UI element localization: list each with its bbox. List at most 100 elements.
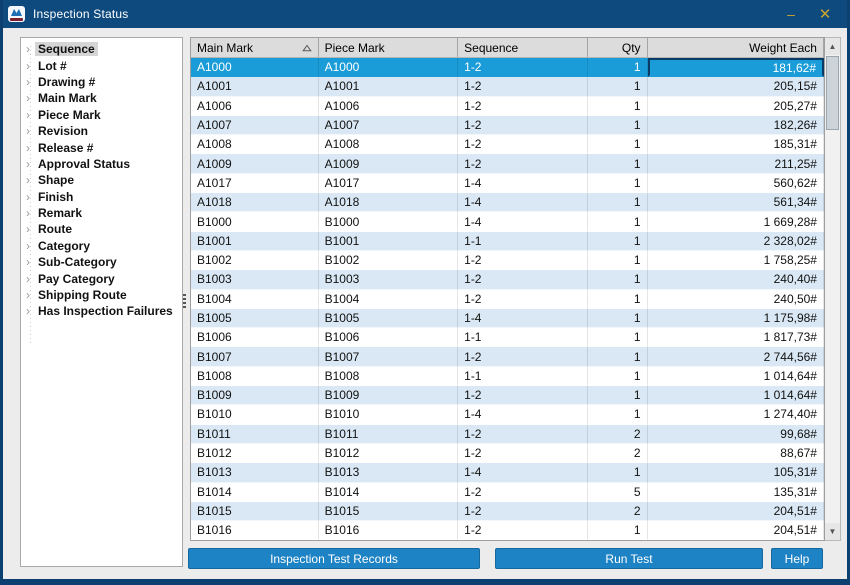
panel-splitter-handle[interactable] [183,294,186,310]
cell-weight-each[interactable]: 204,51# [648,521,824,540]
cell-qty[interactable]: 2 [588,502,648,521]
chevron-right-icon[interactable]: › [21,239,35,253]
cell-main-mark[interactable]: B1010 [191,405,319,424]
cell-qty[interactable]: 2 [588,425,648,444]
cell-main-mark[interactable]: B1004 [191,290,319,309]
sidebar-item-revision[interactable]: ›Revision [21,123,182,139]
cell-main-mark[interactable]: A1017 [191,174,319,193]
cell-weight-each[interactable]: 561,34# [648,193,824,212]
table-row[interactable]: A1008A10081-21185,31# [191,135,824,154]
cell-weight-each[interactable]: 1 669,28# [648,212,824,231]
chevron-right-icon[interactable]: › [21,157,35,171]
cell-sequence[interactable]: 1-1 [458,232,588,251]
cell-qty[interactable]: 1 [588,116,648,135]
cell-piece-mark[interactable]: B1015 [319,502,459,521]
sidebar-item-sub-category[interactable]: ›Sub-Category [21,254,182,270]
table-row[interactable]: B1014B10141-25135,31# [191,483,824,502]
scrollbar-thumb[interactable] [826,56,839,130]
cell-qty[interactable]: 1 [588,540,648,541]
table-row[interactable]: A1018A10181-41561,34# [191,193,824,212]
sidebar-item-has-inspection-failures[interactable]: ›Has Inspection Failures [21,303,182,319]
cell-main-mark[interactable]: B1007 [191,347,319,366]
chevron-right-icon[interactable]: › [21,173,35,187]
cell-weight-each[interactable]: 181,62# [648,58,824,77]
table-row[interactable]: A1009A10091-21211,25# [191,154,824,173]
cell-piece-mark[interactable]: B1010 [319,405,459,424]
cell-weight-each[interactable]: 1 817,73# [648,328,824,347]
table-row[interactable]: B1011B10111-2299,68# [191,425,824,444]
cell-weight-each[interactable]: 185,31# [648,135,824,154]
cell-sequence[interactable]: 1-2 [458,58,588,77]
cell-main-mark[interactable]: B1009 [191,386,319,405]
cell-sequence[interactable]: 1-4 [458,405,588,424]
cell-piece-mark[interactable]: B1017 [319,540,459,541]
chevron-right-icon[interactable]: › [21,42,35,56]
cell-sequence[interactable]: 1-2 [458,154,588,173]
cell-qty[interactable]: 1 [588,97,648,116]
sidebar-item-category[interactable]: ›Category [21,238,182,254]
table-row[interactable]: B1002B10021-211 758,25# [191,251,824,270]
table-row[interactable]: B1001B10011-112 328,02# [191,232,824,251]
cell-weight-each[interactable]: 1 175,98# [648,309,824,328]
close-button[interactable]: ✕ [808,0,842,28]
table-row[interactable]: B1007B10071-212 744,56# [191,347,824,366]
cell-qty[interactable]: 1 [588,193,648,212]
sidebar-item-pay-category[interactable]: ›Pay Category [21,270,182,286]
cell-qty[interactable]: 1 [588,521,648,540]
cell-main-mark[interactable]: B1000 [191,212,319,231]
cell-sequence[interactable]: 1-2 [458,135,588,154]
table-row[interactable]: B1015B10151-22204,51# [191,502,824,521]
cell-piece-mark[interactable]: A1007 [319,116,459,135]
cell-piece-mark[interactable]: A1006 [319,97,459,116]
cell-main-mark[interactable]: B1001 [191,232,319,251]
cell-sequence[interactable]: 1-2 [458,444,588,463]
cell-piece-mark[interactable]: A1001 [319,77,459,96]
cell-qty[interactable]: 1 [588,463,648,482]
cell-qty[interactable]: 1 [588,174,648,193]
inspection-test-records-button[interactable]: Inspection Test Records [188,548,480,569]
vertical-scrollbar[interactable]: ▲ ▼ [825,37,841,541]
chevron-right-icon[interactable]: › [21,190,35,204]
cell-qty[interactable]: 1 [588,154,648,173]
cell-piece-mark[interactable]: B1000 [319,212,459,231]
column-header-qty[interactable]: Qty [588,38,648,57]
table-row[interactable]: B1000B10001-411 669,28# [191,212,824,231]
table-row[interactable]: B1016B10161-21204,51# [191,521,824,540]
cell-piece-mark[interactable]: B1009 [319,386,459,405]
table-row[interactable]: B1003B10031-21240,40# [191,270,824,289]
cell-qty[interactable]: 1 [588,251,648,270]
cell-weight-each[interactable]: 560,62# [648,174,824,193]
column-header-weight-each[interactable]: Weight Each [648,38,824,57]
cell-weight-each[interactable]: 88,67# [648,444,824,463]
sidebar-item-route[interactable]: ›Route [21,221,182,237]
cell-sequence[interactable]: 1-4 [458,174,588,193]
chevron-right-icon[interactable]: › [21,124,35,138]
sidebar-item-finish[interactable]: ›Finish [21,189,182,205]
column-header-main-mark[interactable]: Main Mark [191,38,319,57]
cell-sequence[interactable]: 1-2 [458,502,588,521]
cell-weight-each[interactable]: 204,51# [648,502,824,521]
cell-weight-each[interactable]: 240,50# [648,290,824,309]
cell-qty[interactable]: 2 [588,444,648,463]
cell-main-mark[interactable]: A1006 [191,97,319,116]
cell-main-mark[interactable]: B1016 [191,521,319,540]
table-row[interactable]: A1000A10001-21181,62# [191,58,824,77]
cell-piece-mark[interactable]: B1016 [319,521,459,540]
sidebar-item-release[interactable]: ›Release # [21,139,182,155]
chevron-right-icon[interactable]: › [21,108,35,122]
table-row[interactable]: B1012B10121-2288,67# [191,444,824,463]
chevron-right-icon[interactable]: › [21,222,35,236]
cell-piece-mark[interactable]: B1008 [319,367,459,386]
cell-main-mark[interactable]: A1001 [191,77,319,96]
cell-weight-each[interactable]: 1 758,25# [648,251,824,270]
run-test-button[interactable]: Run Test [495,548,763,569]
cell-piece-mark[interactable]: B1014 [319,483,459,502]
cell-sequence[interactable]: 1-2 [458,521,588,540]
cell-main-mark[interactable]: B1015 [191,502,319,521]
cell-piece-mark[interactable]: A1009 [319,154,459,173]
chevron-right-icon[interactable]: › [21,288,35,302]
cell-qty[interactable]: 1 [588,367,648,386]
cell-qty[interactable]: 1 [588,58,648,77]
cell-sequence[interactable]: 1-2 [458,97,588,116]
cell-piece-mark[interactable]: B1013 [319,463,459,482]
